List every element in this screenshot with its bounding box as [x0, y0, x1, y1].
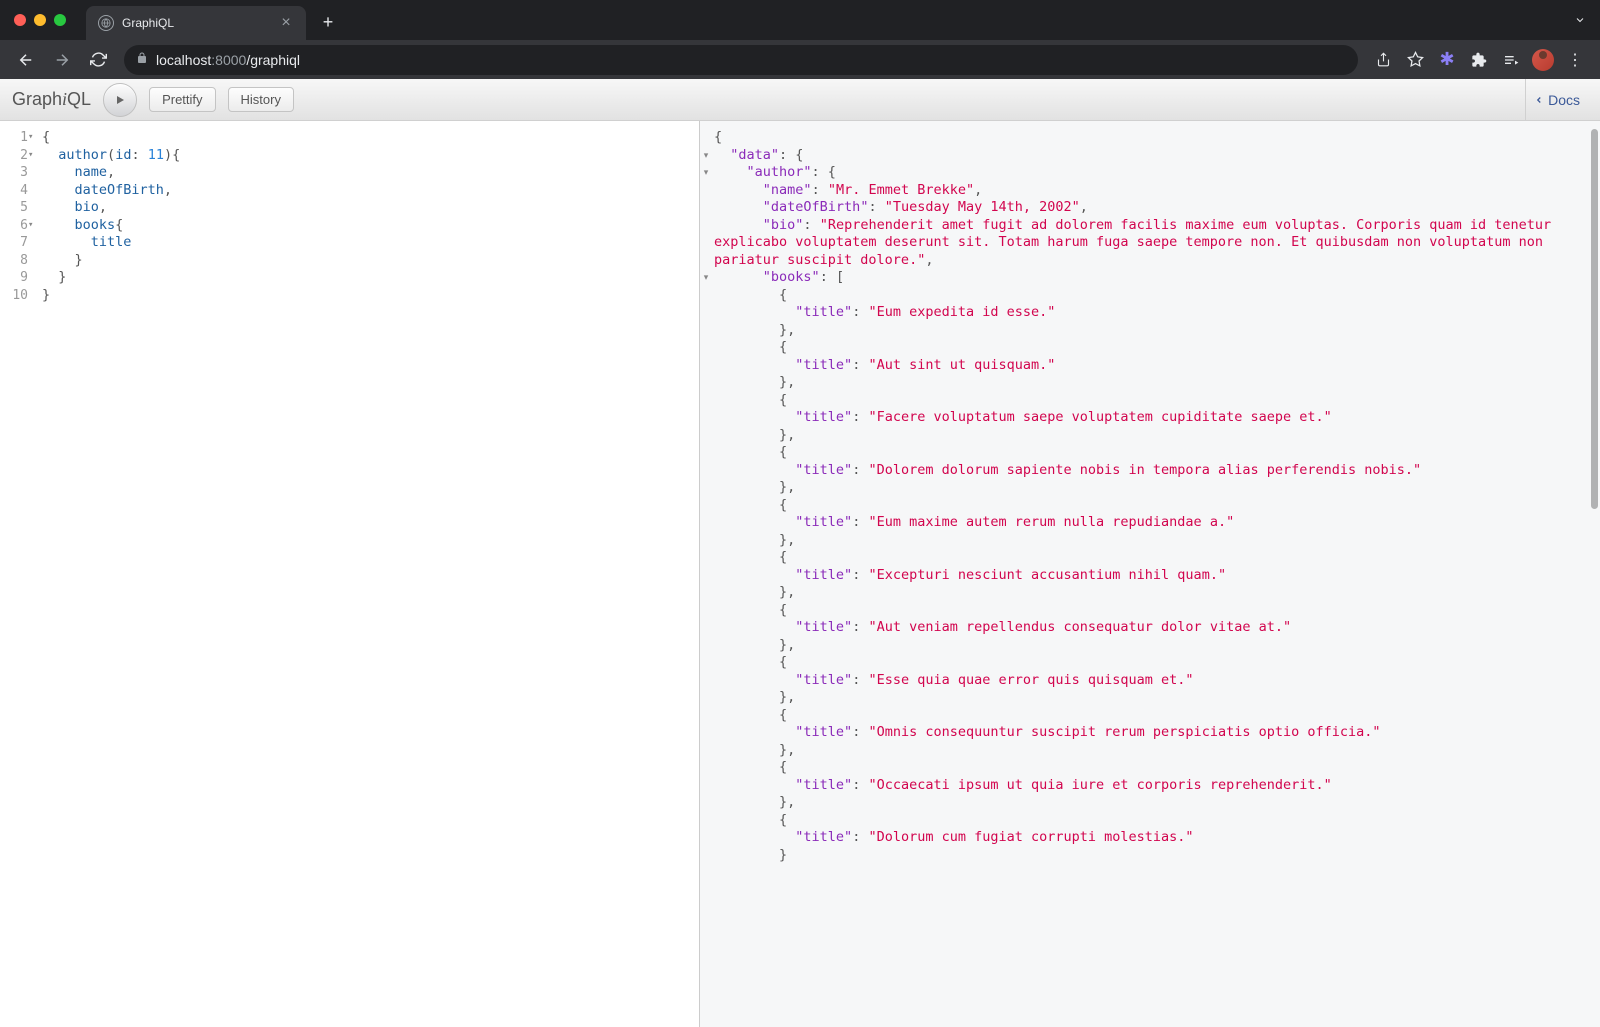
tabs-chevron-icon[interactable] — [1574, 13, 1586, 31]
maximize-window-button[interactable] — [54, 14, 66, 26]
tab-bar: GraphiQL × + — [0, 0, 1600, 40]
graphiql-toolbar: GraphiQL Prettify History Docs — [0, 79, 1600, 121]
history-button[interactable]: History — [228, 87, 294, 112]
line-gutter: 1▾2▾3456▾78910 — [0, 121, 38, 1027]
prettify-button[interactable]: Prettify — [149, 87, 215, 112]
reload-button[interactable] — [82, 44, 114, 76]
execute-button[interactable] — [103, 83, 137, 117]
menu-icon[interactable]: ⋮ — [1560, 45, 1590, 75]
browser-chrome: GraphiQL × + localhost:8000/graphiql — [0, 0, 1600, 79]
globe-icon — [98, 15, 114, 31]
query-editor[interactable]: 1▾2▾3456▾78910 { author(id: 11){ name, d… — [0, 121, 700, 1027]
forward-button[interactable] — [46, 44, 78, 76]
close-window-button[interactable] — [14, 14, 26, 26]
back-button[interactable] — [10, 44, 42, 76]
query-code[interactable]: { author(id: 11){ name, dateOfBirth, bio… — [38, 121, 699, 1027]
extension-icon-1[interactable]: ✱ — [1432, 45, 1462, 75]
graphiql-logo: GraphiQL — [12, 89, 91, 110]
browser-tab[interactable]: GraphiQL × — [86, 6, 306, 40]
share-icon[interactable] — [1368, 45, 1398, 75]
result-panel: ▾▾ ▾ { "data": { "author": { "name": "Mr… — [700, 121, 1600, 1027]
graphiql-app: GraphiQL Prettify History Docs 1▾2▾3456▾… — [0, 79, 1600, 1027]
address-bar[interactable]: localhost:8000/graphiql — [124, 45, 1358, 75]
new-tab-button[interactable]: + — [314, 8, 342, 36]
lock-icon — [136, 52, 148, 67]
puzzle-icon[interactable] — [1464, 45, 1494, 75]
minimize-window-button[interactable] — [34, 14, 46, 26]
browser-toolbar-right: ✱ ⋮ — [1368, 45, 1590, 75]
url-text: localhost:8000/graphiql — [156, 52, 1346, 68]
playlist-icon[interactable] — [1496, 45, 1526, 75]
window-controls — [14, 14, 66, 26]
docs-toggle[interactable]: Docs — [1525, 79, 1588, 120]
editor-area: 1▾2▾3456▾78910 { author(id: 11){ name, d… — [0, 121, 1600, 1027]
star-icon[interactable] — [1400, 45, 1430, 75]
address-bar-row: localhost:8000/graphiql ✱ ⋮ — [0, 40, 1600, 79]
result-code[interactable]: { "data": { "author": { "name": "Mr. Emm… — [712, 121, 1600, 1027]
result-fold-gutter: ▾▾ ▾ — [700, 121, 712, 1027]
close-tab-button[interactable]: × — [278, 14, 294, 32]
avatar[interactable] — [1532, 49, 1554, 71]
tab-title: GraphiQL — [122, 16, 270, 30]
scrollbar[interactable] — [1591, 129, 1598, 509]
